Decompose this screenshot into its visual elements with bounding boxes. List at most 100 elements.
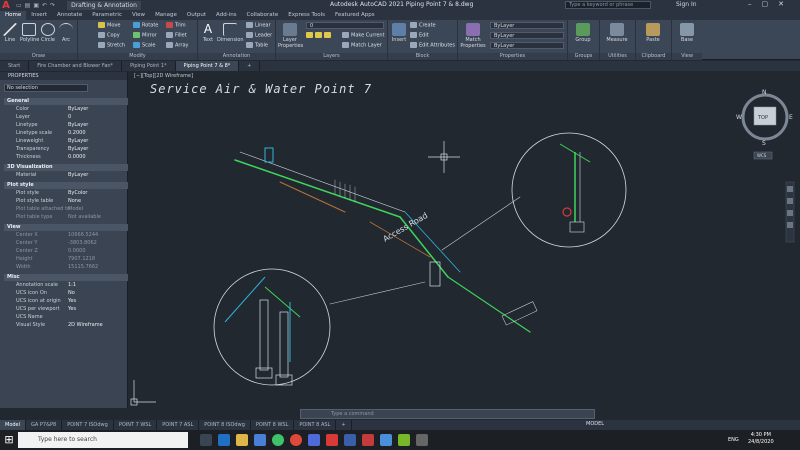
tab-parametric[interactable]: Parametric xyxy=(87,11,127,20)
layer-dropdown[interactable]: 0 xyxy=(306,22,384,29)
property-row[interactable]: Height 7907.1218 xyxy=(4,256,128,263)
property-row[interactable]: Linetype scale 0.2000 xyxy=(4,130,128,137)
property-row[interactable]: Visual Style 2D Wireframe xyxy=(4,322,128,329)
property-value[interactable]: Yes xyxy=(68,306,76,313)
mail-icon[interactable] xyxy=(254,434,266,446)
property-row[interactable]: Transparency ByLayer xyxy=(4,146,128,153)
tab-view[interactable]: View xyxy=(127,11,150,20)
property-row[interactable]: Plot table type Not available xyxy=(4,214,128,221)
property-value[interactable]: No xyxy=(68,290,75,297)
copy-button[interactable]: Copy xyxy=(98,32,120,39)
layout-tab[interactable]: POINT 7 WSL xyxy=(114,420,158,430)
property-value[interactable]: ByLayer xyxy=(68,146,88,153)
base-button[interactable]: Base xyxy=(676,23,698,43)
new-file-icon[interactable]: ▭ xyxy=(16,2,22,9)
properties-section-header[interactable]: Plot style xyxy=(4,182,128,189)
property-row[interactable]: Thickness 0.0000 xyxy=(4,154,128,161)
windows-start-icon[interactable]: ⊞ xyxy=(2,433,16,447)
scale-button[interactable]: Scale xyxy=(133,42,155,49)
edit-block-button[interactable]: Edit xyxy=(410,32,429,39)
move-button[interactable]: Move xyxy=(98,22,120,29)
edge-icon[interactable] xyxy=(218,434,230,446)
property-row[interactable]: Center X 10666.5244 xyxy=(4,232,128,239)
layout-tab[interactable]: POINT 8 ISOdwg xyxy=(199,420,251,430)
property-value[interactable]: 10666.5244 xyxy=(68,232,98,239)
file-explorer-icon[interactable] xyxy=(236,434,248,446)
property-row[interactable]: Plot style table None xyxy=(4,198,128,205)
layout-tab[interactable]: POINT 7 ISOdwg xyxy=(62,420,114,430)
undo-icon[interactable]: ↶ xyxy=(42,2,47,9)
selection-dropdown[interactable]: No selection xyxy=(4,84,88,92)
orbit-icon[interactable] xyxy=(787,222,793,228)
command-line-input[interactable]: Type a command xyxy=(300,409,595,419)
compass-south[interactable]: S xyxy=(762,140,766,147)
drawing-canvas[interactable]: Access Road TOP N S E W WCS xyxy=(130,72,800,408)
file-tab-piping-point-1[interactable]: Piping Point 1* xyxy=(122,61,176,71)
add-layout-button[interactable]: + xyxy=(336,420,352,430)
viewcube[interactable]: TOP N S E W WCS xyxy=(736,89,793,160)
autocad-taskbar-icon[interactable] xyxy=(326,434,338,446)
line-button[interactable]: Line xyxy=(2,23,18,43)
property-row[interactable]: Linetype ByLayer xyxy=(4,122,128,129)
property-row[interactable]: UCS per viewport Yes xyxy=(4,306,128,313)
save-icon[interactable]: ▣ xyxy=(33,2,39,9)
stretch-button[interactable]: Stretch xyxy=(98,42,125,49)
property-row[interactable]: Center Z 0.0000 xyxy=(4,248,128,255)
system-clock[interactable]: 4:30 PM 24/8/2020 xyxy=(748,432,774,446)
property-value[interactable]: Not available xyxy=(68,214,101,221)
word-icon[interactable] xyxy=(344,434,356,446)
measure-button[interactable]: Measure xyxy=(604,23,630,43)
viewport-controls-label[interactable]: [−][Top][2D Wireframe] xyxy=(134,73,193,79)
taskbar-app-icon[interactable] xyxy=(308,434,320,446)
match-properties-button[interactable]: Match Properties xyxy=(460,23,486,49)
tab-manage[interactable]: Manage xyxy=(150,11,182,20)
tab-insert[interactable]: Insert xyxy=(26,11,52,20)
property-value[interactable]: Yes xyxy=(68,298,76,305)
property-row[interactable]: UCS icon at origin Yes xyxy=(4,298,128,305)
file-tab-start[interactable]: Start xyxy=(0,61,30,71)
linetype-dropdown[interactable]: ByLayer xyxy=(490,32,564,39)
taskbar-app-icon[interactable] xyxy=(380,434,392,446)
tab-home[interactable]: Home xyxy=(0,11,27,20)
layout-tab[interactable]: POINT 8 WSL xyxy=(251,420,295,430)
taskbar-search-input[interactable]: Type here to search xyxy=(18,432,188,448)
lineweight-dropdown[interactable]: ByLayer xyxy=(490,42,564,49)
mirror-button[interactable]: Mirror xyxy=(133,32,157,39)
table-button[interactable]: Table xyxy=(246,42,268,49)
fillet-button[interactable]: Fillet xyxy=(166,32,187,39)
property-value[interactable]: Model xyxy=(68,206,83,213)
steering-wheel-icon[interactable] xyxy=(787,186,793,192)
property-row[interactable]: Center Y -3803.8062 xyxy=(4,240,128,247)
tab-collaborate[interactable]: Collaborate xyxy=(242,11,284,20)
dimension-button[interactable]: Dimension xyxy=(217,23,244,43)
new-tab-button[interactable]: + xyxy=(239,61,261,71)
paste-button[interactable]: Paste xyxy=(642,23,664,43)
pan-icon[interactable] xyxy=(787,198,793,204)
chrome-icon[interactable] xyxy=(290,434,302,446)
maximize-icon[interactable]: ▢ xyxy=(762,0,769,8)
properties-section-header[interactable]: General xyxy=(4,98,128,105)
compass-west[interactable]: W xyxy=(736,114,742,121)
layer-on-icon[interactable] xyxy=(306,32,313,38)
sign-in-button[interactable]: Sign In xyxy=(676,1,697,8)
compass-north[interactable]: N xyxy=(762,89,767,96)
close-icon[interactable]: ✕ xyxy=(778,0,784,8)
property-value[interactable]: ByLayer xyxy=(68,122,88,129)
arc-button[interactable]: Arc xyxy=(58,23,74,43)
layer-lock-icon[interactable] xyxy=(324,32,331,38)
property-value[interactable]: -3803.8062 xyxy=(68,240,97,247)
create-block-button[interactable]: Create xyxy=(410,22,436,29)
rotate-button[interactable]: Rotate xyxy=(133,22,158,29)
match-layer-button[interactable]: Match Layer xyxy=(342,42,382,49)
make-current-button[interactable]: Make Current xyxy=(342,32,385,39)
property-value[interactable]: 2D Wireframe xyxy=(68,322,103,329)
group-button[interactable]: Group xyxy=(572,23,594,43)
task-view-icon[interactable] xyxy=(200,434,212,446)
polyline-button[interactable]: Polyline xyxy=(20,23,39,43)
search-input[interactable]: Type a keyword or phrase xyxy=(565,1,651,9)
property-value[interactable]: ByLayer xyxy=(68,138,88,145)
layout-tab-model[interactable]: Model xyxy=(0,420,27,430)
property-row[interactable]: Width 15115.7662 xyxy=(4,264,128,271)
open-file-icon[interactable]: ▤ xyxy=(25,2,31,9)
layer-properties-button[interactable]: Layer Properties xyxy=(278,23,303,49)
